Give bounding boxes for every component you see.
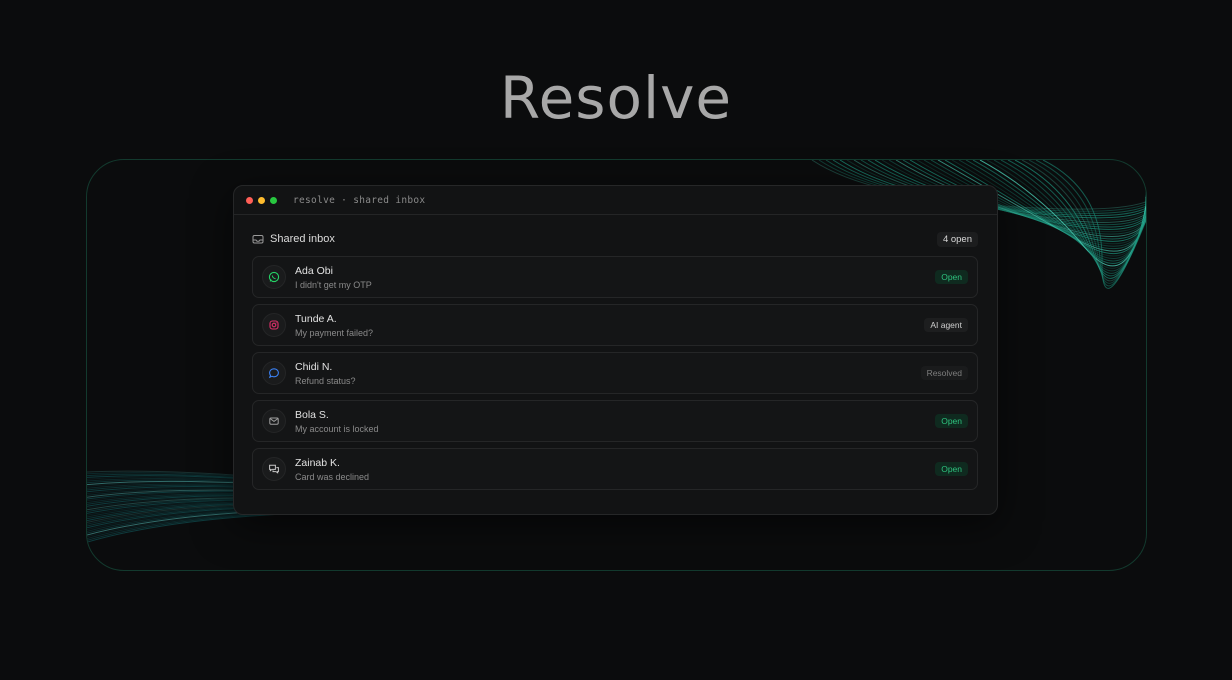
status-badge: Open bbox=[935, 414, 968, 428]
inbox-header: Shared inbox 4 open bbox=[252, 231, 978, 247]
conversation-item[interactable]: Chidi N. Refund status? Resolved bbox=[252, 352, 978, 394]
maximize-window-dot[interactable] bbox=[270, 196, 277, 204]
whatsapp-icon bbox=[262, 265, 286, 289]
contact-name: Bola S. bbox=[295, 409, 329, 421]
mail-icon bbox=[262, 409, 286, 433]
status-badge: Open bbox=[935, 462, 968, 476]
conversation-item[interactable]: Bola S. My account is locked Open bbox=[252, 400, 978, 442]
message-preview: My account is locked bbox=[295, 424, 379, 434]
message-preview: My payment failed? bbox=[295, 328, 374, 338]
inbox-window: resolve · shared inbox Shared inbox 4 op… bbox=[233, 185, 998, 515]
open-count-badge: 4 open bbox=[936, 231, 978, 247]
messages-icon bbox=[262, 457, 286, 481]
message-preview: Card was declined bbox=[295, 472, 370, 482]
hero-title: Resolve bbox=[499, 64, 733, 132]
status-badge: Resolved bbox=[920, 366, 968, 380]
inbox-icon bbox=[252, 233, 264, 245]
contact-name: Tunde A. bbox=[295, 313, 337, 325]
close-window-dot[interactable] bbox=[246, 196, 253, 204]
conversation-item[interactable]: Ada Obi I didn't get my OTP Open bbox=[252, 256, 978, 298]
message-preview: Refund status? bbox=[295, 376, 356, 386]
conversation-list: Ada Obi I didn't get my OTP Open Tunde A… bbox=[252, 256, 978, 496]
window-titlebar: resolve · shared inbox bbox=[234, 186, 997, 215]
message-preview: I didn't get my OTP bbox=[295, 280, 372, 290]
window-title: resolve · shared inbox bbox=[293, 194, 426, 206]
chat-bubble-icon bbox=[262, 361, 286, 385]
contact-name: Chidi N. bbox=[295, 361, 333, 373]
contact-name: Ada Obi bbox=[295, 265, 333, 277]
contact-name: Zainab K. bbox=[295, 457, 340, 469]
status-badge: Open bbox=[935, 270, 968, 284]
conversation-item[interactable]: Tunde A. My payment failed? AI agent bbox=[252, 304, 978, 346]
minimize-window-dot[interactable] bbox=[258, 196, 265, 204]
conversation-item[interactable]: Zainab K. Card was declined Open bbox=[252, 448, 978, 490]
status-badge: AI agent bbox=[924, 318, 968, 332]
inbox-title: Shared inbox bbox=[270, 233, 335, 245]
instagram-icon bbox=[262, 313, 286, 337]
